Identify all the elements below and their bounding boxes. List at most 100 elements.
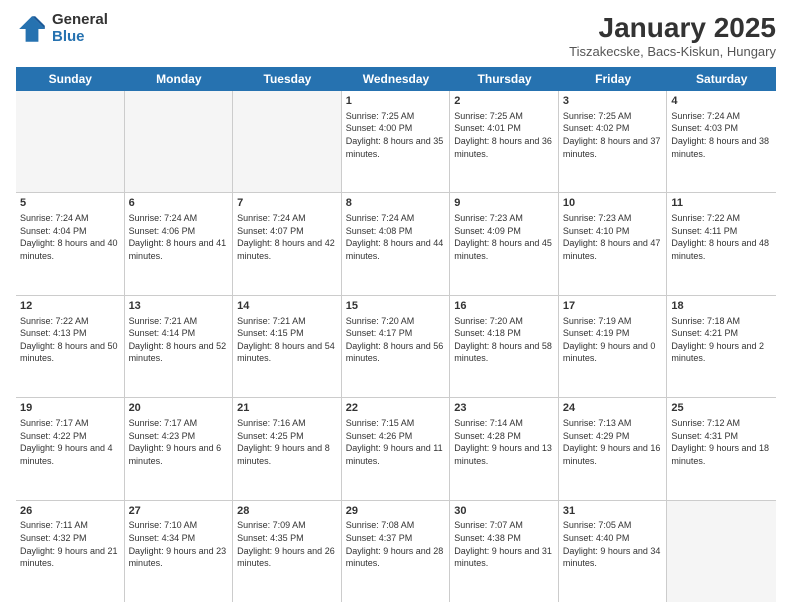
- calendar-cell: 27Sunrise: 7:10 AM Sunset: 4:34 PM Dayli…: [125, 501, 234, 602]
- cell-info: Sunrise: 7:23 AM Sunset: 4:09 PM Dayligh…: [454, 212, 554, 262]
- calendar-cell: 8Sunrise: 7:24 AM Sunset: 4:08 PM Daylig…: [342, 193, 451, 294]
- day-number: 22: [346, 401, 446, 416]
- calendar-cell: [16, 91, 125, 192]
- calendar-cell: 13Sunrise: 7:21 AM Sunset: 4:14 PM Dayli…: [125, 296, 234, 397]
- cell-info: Sunrise: 7:13 AM Sunset: 4:29 PM Dayligh…: [563, 417, 663, 467]
- day-number: 2: [454, 94, 554, 109]
- day-number: 30: [454, 504, 554, 519]
- cell-info: Sunrise: 7:15 AM Sunset: 4:26 PM Dayligh…: [346, 417, 446, 467]
- cell-info: Sunrise: 7:22 AM Sunset: 4:11 PM Dayligh…: [671, 212, 772, 262]
- calendar-cell: 26Sunrise: 7:11 AM Sunset: 4:32 PM Dayli…: [16, 501, 125, 602]
- calendar-cell: 2Sunrise: 7:25 AM Sunset: 4:01 PM Daylig…: [450, 91, 559, 192]
- calendar-cell: 7Sunrise: 7:24 AM Sunset: 4:07 PM Daylig…: [233, 193, 342, 294]
- calendar-cell: 6Sunrise: 7:24 AM Sunset: 4:06 PM Daylig…: [125, 193, 234, 294]
- cell-info: Sunrise: 7:17 AM Sunset: 4:22 PM Dayligh…: [20, 417, 120, 467]
- calendar: SundayMondayTuesdayWednesdayThursdayFrid…: [16, 67, 776, 602]
- calendar-cell: 31Sunrise: 7:05 AM Sunset: 4:40 PM Dayli…: [559, 501, 668, 602]
- calendar-cell: 17Sunrise: 7:19 AM Sunset: 4:19 PM Dayli…: [559, 296, 668, 397]
- day-number: 4: [671, 94, 772, 109]
- calendar-cell: 3Sunrise: 7:25 AM Sunset: 4:02 PM Daylig…: [559, 91, 668, 192]
- day-number: 31: [563, 504, 663, 519]
- cell-info: Sunrise: 7:07 AM Sunset: 4:38 PM Dayligh…: [454, 519, 554, 569]
- cell-info: Sunrise: 7:24 AM Sunset: 4:06 PM Dayligh…: [129, 212, 229, 262]
- calendar-week-4: 19Sunrise: 7:17 AM Sunset: 4:22 PM Dayli…: [16, 398, 776, 500]
- logo-general-text: General: [52, 12, 108, 29]
- calendar-week-5: 26Sunrise: 7:11 AM Sunset: 4:32 PM Dayli…: [16, 501, 776, 602]
- calendar-cell: 28Sunrise: 7:09 AM Sunset: 4:35 PM Dayli…: [233, 501, 342, 602]
- day-number: 29: [346, 504, 446, 519]
- calendar-cell: [233, 91, 342, 192]
- calendar-cell: 1Sunrise: 7:25 AM Sunset: 4:00 PM Daylig…: [342, 91, 451, 192]
- cell-info: Sunrise: 7:09 AM Sunset: 4:35 PM Dayligh…: [237, 519, 337, 569]
- day-number: 5: [20, 196, 120, 211]
- calendar-week-1: 1Sunrise: 7:25 AM Sunset: 4:00 PM Daylig…: [16, 91, 776, 193]
- day-number: 10: [563, 196, 663, 211]
- day-number: 18: [671, 299, 772, 314]
- cell-info: Sunrise: 7:20 AM Sunset: 4:18 PM Dayligh…: [454, 315, 554, 365]
- header-day-friday: Friday: [559, 67, 668, 91]
- day-number: 27: [129, 504, 229, 519]
- calendar-cell: 4Sunrise: 7:24 AM Sunset: 4:03 PM Daylig…: [667, 91, 776, 192]
- cell-info: Sunrise: 7:05 AM Sunset: 4:40 PM Dayligh…: [563, 519, 663, 569]
- logo-icon: [16, 13, 48, 45]
- day-number: 1: [346, 94, 446, 109]
- cell-info: Sunrise: 7:25 AM Sunset: 4:02 PM Dayligh…: [563, 110, 663, 160]
- calendar-cell: 9Sunrise: 7:23 AM Sunset: 4:09 PM Daylig…: [450, 193, 559, 294]
- calendar-cell: 12Sunrise: 7:22 AM Sunset: 4:13 PM Dayli…: [16, 296, 125, 397]
- title-section: January 2025 Tiszakecske, Bacs-Kiskun, H…: [569, 12, 776, 59]
- day-number: 26: [20, 504, 120, 519]
- day-number: 11: [671, 196, 772, 211]
- day-number: 13: [129, 299, 229, 314]
- day-number: 21: [237, 401, 337, 416]
- day-number: 8: [346, 196, 446, 211]
- calendar-header: SundayMondayTuesdayWednesdayThursdayFrid…: [16, 67, 776, 91]
- day-number: 25: [671, 401, 772, 416]
- calendar-cell: 16Sunrise: 7:20 AM Sunset: 4:18 PM Dayli…: [450, 296, 559, 397]
- header-day-wednesday: Wednesday: [342, 67, 451, 91]
- day-number: 17: [563, 299, 663, 314]
- calendar-cell: 14Sunrise: 7:21 AM Sunset: 4:15 PM Dayli…: [233, 296, 342, 397]
- day-number: 3: [563, 94, 663, 109]
- cell-info: Sunrise: 7:25 AM Sunset: 4:01 PM Dayligh…: [454, 110, 554, 160]
- calendar-cell: 15Sunrise: 7:20 AM Sunset: 4:17 PM Dayli…: [342, 296, 451, 397]
- cell-info: Sunrise: 7:10 AM Sunset: 4:34 PM Dayligh…: [129, 519, 229, 569]
- header-day-sunday: Sunday: [16, 67, 125, 91]
- cell-info: Sunrise: 7:24 AM Sunset: 4:08 PM Dayligh…: [346, 212, 446, 262]
- day-number: 19: [20, 401, 120, 416]
- calendar-cell: [125, 91, 234, 192]
- logo: General Blue: [16, 12, 108, 45]
- header-day-tuesday: Tuesday: [233, 67, 342, 91]
- cell-info: Sunrise: 7:08 AM Sunset: 4:37 PM Dayligh…: [346, 519, 446, 569]
- cell-info: Sunrise: 7:24 AM Sunset: 4:04 PM Dayligh…: [20, 212, 120, 262]
- cell-info: Sunrise: 7:22 AM Sunset: 4:13 PM Dayligh…: [20, 315, 120, 365]
- calendar-cell: 25Sunrise: 7:12 AM Sunset: 4:31 PM Dayli…: [667, 398, 776, 499]
- day-number: 9: [454, 196, 554, 211]
- header: General Blue January 2025 Tiszakecske, B…: [16, 12, 776, 59]
- cell-info: Sunrise: 7:24 AM Sunset: 4:07 PM Dayligh…: [237, 212, 337, 262]
- calendar-cell: 22Sunrise: 7:15 AM Sunset: 4:26 PM Dayli…: [342, 398, 451, 499]
- calendar-cell: 30Sunrise: 7:07 AM Sunset: 4:38 PM Dayli…: [450, 501, 559, 602]
- header-day-thursday: Thursday: [450, 67, 559, 91]
- cell-info: Sunrise: 7:12 AM Sunset: 4:31 PM Dayligh…: [671, 417, 772, 467]
- calendar-body: 1Sunrise: 7:25 AM Sunset: 4:00 PM Daylig…: [16, 91, 776, 602]
- day-number: 6: [129, 196, 229, 211]
- day-number: 24: [563, 401, 663, 416]
- calendar-cell: 23Sunrise: 7:14 AM Sunset: 4:28 PM Dayli…: [450, 398, 559, 499]
- cell-info: Sunrise: 7:17 AM Sunset: 4:23 PM Dayligh…: [129, 417, 229, 467]
- calendar-cell: 21Sunrise: 7:16 AM Sunset: 4:25 PM Dayli…: [233, 398, 342, 499]
- cell-info: Sunrise: 7:18 AM Sunset: 4:21 PM Dayligh…: [671, 315, 772, 365]
- cell-info: Sunrise: 7:25 AM Sunset: 4:00 PM Dayligh…: [346, 110, 446, 160]
- calendar-cell: 20Sunrise: 7:17 AM Sunset: 4:23 PM Dayli…: [125, 398, 234, 499]
- calendar-cell: 5Sunrise: 7:24 AM Sunset: 4:04 PM Daylig…: [16, 193, 125, 294]
- day-number: 23: [454, 401, 554, 416]
- day-number: 14: [237, 299, 337, 314]
- cell-info: Sunrise: 7:14 AM Sunset: 4:28 PM Dayligh…: [454, 417, 554, 467]
- calendar-cell: 19Sunrise: 7:17 AM Sunset: 4:22 PM Dayli…: [16, 398, 125, 499]
- page: General Blue January 2025 Tiszakecske, B…: [0, 0, 792, 612]
- calendar-cell: 24Sunrise: 7:13 AM Sunset: 4:29 PM Dayli…: [559, 398, 668, 499]
- cell-info: Sunrise: 7:23 AM Sunset: 4:10 PM Dayligh…: [563, 212, 663, 262]
- day-number: 12: [20, 299, 120, 314]
- header-day-saturday: Saturday: [667, 67, 776, 91]
- cell-info: Sunrise: 7:16 AM Sunset: 4:25 PM Dayligh…: [237, 417, 337, 467]
- cell-info: Sunrise: 7:21 AM Sunset: 4:15 PM Dayligh…: [237, 315, 337, 365]
